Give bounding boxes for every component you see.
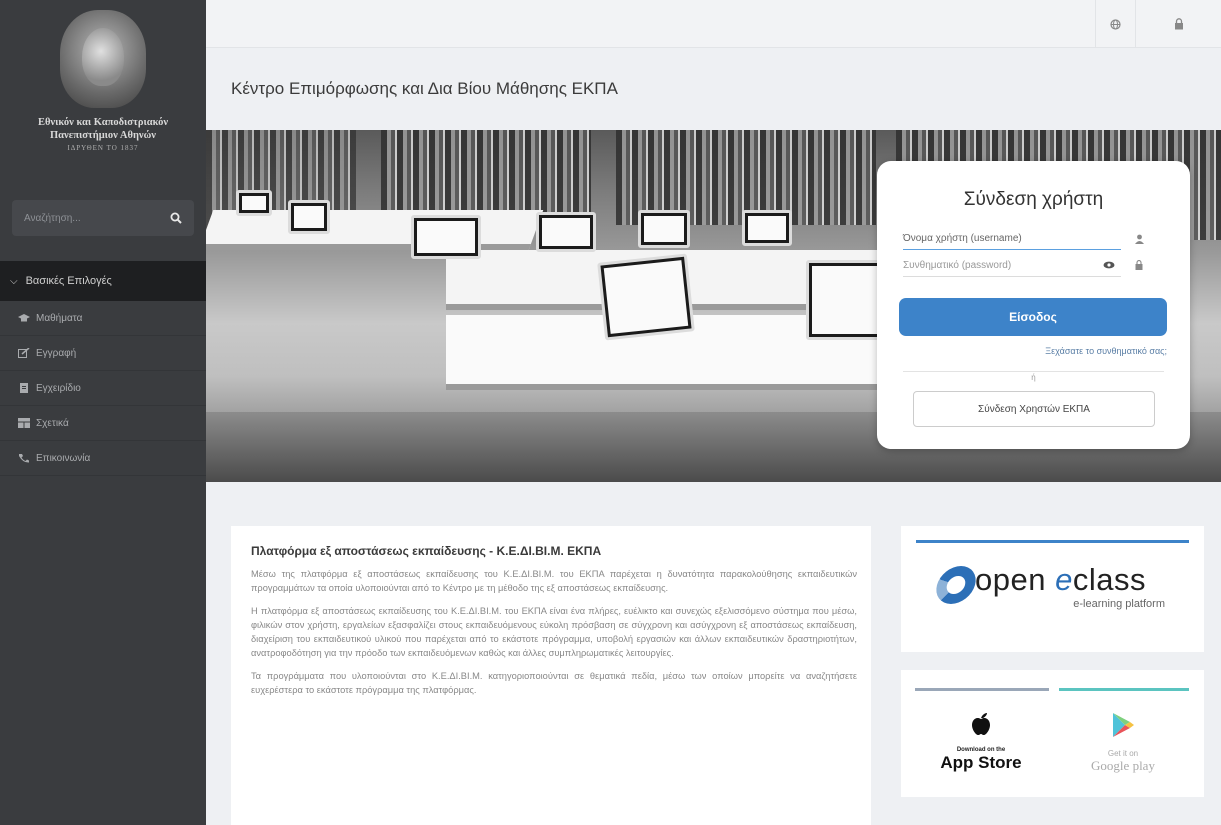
password-field[interactable]: Συνθηματικό (password): [903, 255, 1121, 277]
globe-icon: [1110, 18, 1121, 30]
login-toggle-button[interactable]: [1135, 0, 1221, 48]
eclass-swirl-icon: [931, 566, 981, 604]
user-icon: [1135, 234, 1144, 244]
google-play-icon: [1113, 713, 1134, 737]
sidebar-item-label: Εγγραφή: [36, 347, 77, 359]
google-play-big-text: Google play: [1091, 758, 1155, 773]
card-accent-bar: [916, 540, 1189, 543]
university-logo[interactable]: Εθνικόν και Καποδιστριακόν Πανεπιστήμιον…: [0, 0, 206, 192]
login-title: Σύνδεση χρήστη: [963, 189, 1104, 210]
search-icon[interactable]: [170, 212, 182, 224]
sidebar-item-courses[interactable]: Μαθήματα: [0, 301, 206, 336]
card-accent-bar: [1059, 688, 1189, 691]
open-eclass-logo[interactable]: open eclass e-learning platform: [931, 562, 1191, 622]
lock-icon: [1135, 260, 1143, 270]
file-icon: [20, 383, 28, 393]
language-button[interactable]: [1095, 0, 1135, 48]
sidebar-item-manual[interactable]: Εγχειρίδιο: [0, 371, 206, 406]
top-bar: [206, 0, 1221, 48]
card-accent-bar: [915, 688, 1049, 691]
apple-icon: [972, 713, 990, 735]
app-store-big-text: App Store: [940, 753, 1022, 772]
menu-header[interactable]: ⌵ Βασικές Επιλογές: [0, 261, 206, 301]
app-store-link[interactable]: Download on the App Store: [931, 712, 1031, 773]
wordmark-e: e: [1055, 562, 1073, 597]
sidebar-item-label: Μαθήματα: [36, 312, 83, 324]
lock-icon: [1174, 18, 1183, 30]
content-paragraph: Η πλατφόρμα εξ αποστάσεως εκπαίδευσης το…: [251, 606, 857, 658]
login-divider: [903, 371, 1164, 372]
menu-header-label: Βασικές Επιλογές: [25, 275, 112, 287]
table-icon: [18, 418, 30, 428]
sidebar-item-label: Εγχειρίδιο: [36, 382, 81, 394]
sidebar-item-label: Σχετικά: [36, 417, 69, 429]
content-paragraph: Τα προγράμματα που υλοποιούνται στο Κ.Ε.…: [251, 671, 857, 695]
google-play-small-text: Get it on: [1107, 749, 1139, 758]
wordmark-open: open: [975, 562, 1056, 597]
google-play-link[interactable]: Get it on Google play: [1073, 712, 1173, 774]
page-title: Κέντρο Επιμόρφωσης και Δια Βίου Μάθησης …: [231, 79, 618, 98]
athena-head-logo-icon: [60, 10, 146, 108]
login-submit-button[interactable]: Είσοδος: [899, 298, 1167, 336]
sidebar-item-label: Επικοινωνία: [36, 452, 91, 464]
platform-description: Πλατφόρμα εξ αποστάσεως εκπαίδευσης - Κ.…: [231, 526, 871, 825]
phone-icon: [19, 454, 29, 463]
sidebar-search[interactable]: Αναζήτηση...: [12, 200, 194, 236]
forgot-password-link[interactable]: Ξεχάσατε το συνθηματικό σας;: [1045, 346, 1167, 356]
edit-icon: [18, 348, 30, 358]
logo-line-1: Εθνικόν και Καποδιστριακόν: [37, 117, 169, 128]
eclass-card: open eclass e-learning platform: [901, 526, 1204, 652]
search-input[interactable]: Αναζήτηση...: [24, 213, 81, 224]
logo-subtitle: ΙΔΡΥΘΕΝ ΤΟ 1837: [67, 144, 139, 152]
app-stores-card: Download on the App Store Get it on Goog…: [901, 670, 1204, 797]
graduation-cap-icon: [18, 314, 30, 322]
chevron-down-icon: ⌵: [10, 275, 18, 287]
logo-text: Εθνικόν και Καποδιστριακόν Πανεπιστήμιον…: [38, 116, 168, 155]
eclass-tagline: e-learning platform: [1073, 598, 1165, 610]
login-card: Σύνδεση χρήστη Όνομα χρήστη (username) Σ…: [877, 161, 1190, 449]
wordmark-class: class: [1072, 562, 1146, 597]
sidebar-item-contact[interactable]: Επικοινωνία: [0, 441, 206, 476]
sidebar-item-register[interactable]: Εγγραφή: [0, 336, 206, 371]
show-password-eye-icon[interactable]: [1103, 261, 1115, 269]
login-divider-text: ή: [1031, 373, 1036, 382]
content-heading: Πλατφόρμα εξ αποστάσεως εκπαίδευσης - Κ.…: [251, 544, 602, 558]
ekpa-login-button[interactable]: Σύνδεση Χρηστών ΕΚΠΑ: [913, 391, 1155, 427]
sidebar: Εθνικόν και Καποδιστριακόν Πανεπιστήμιον…: [0, 0, 206, 825]
content-paragraph: Μέσω της πλατφόρμα εξ αποστάσεως εκπαίδε…: [251, 569, 857, 593]
username-field[interactable]: Όνομα χρήστη (username): [903, 228, 1121, 250]
logo-line-2: Πανεπιστήμιον Αθηνών: [49, 130, 156, 141]
eclass-wordmark: open eclass: [975, 562, 1146, 598]
sidebar-item-about[interactable]: Σχετικά: [0, 406, 206, 441]
